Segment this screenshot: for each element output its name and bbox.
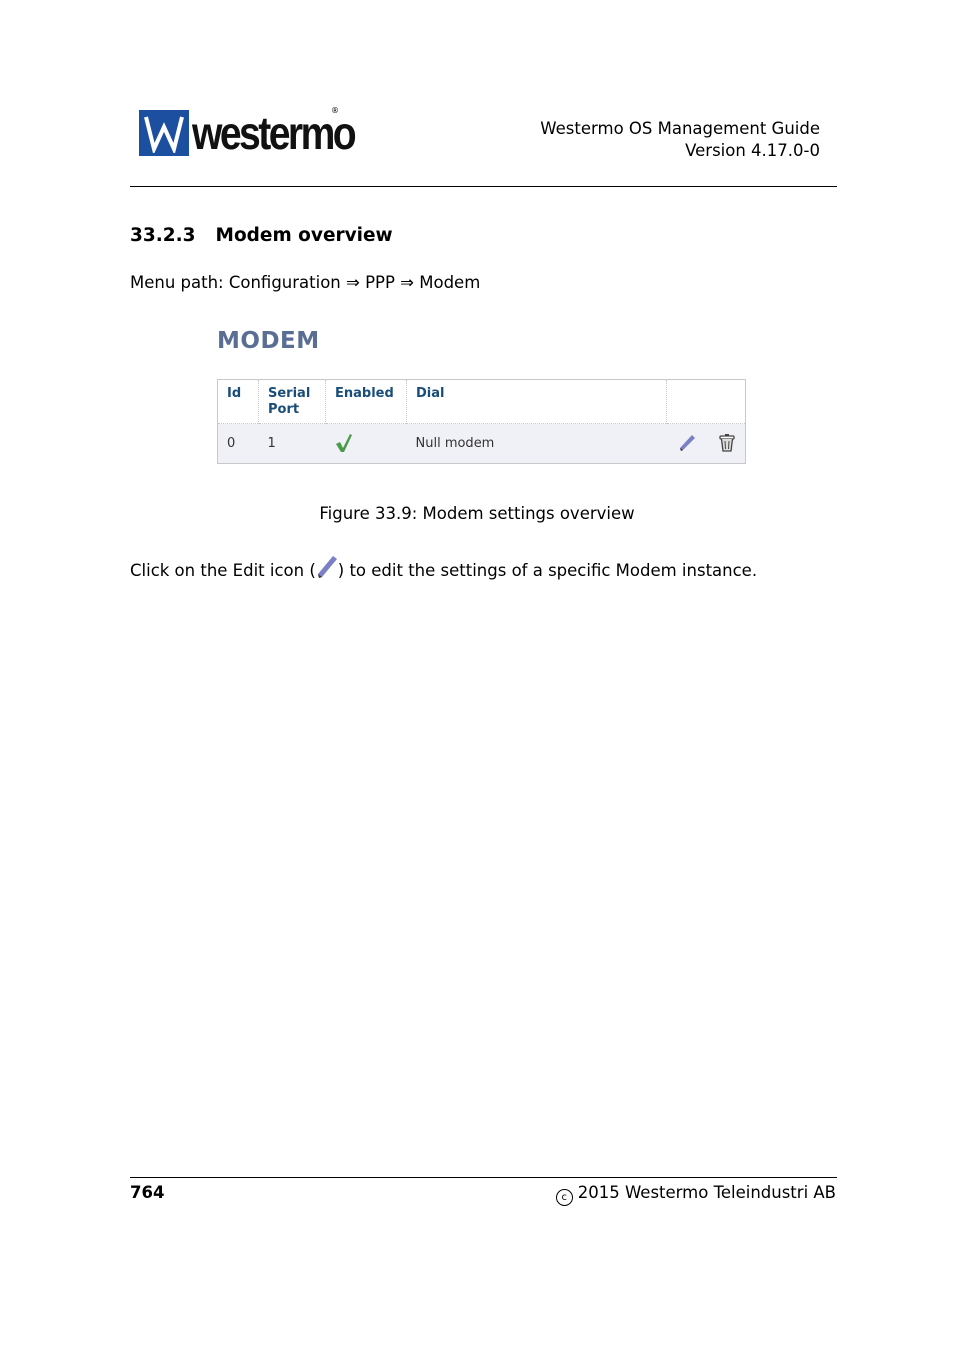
cell-id: 0	[217, 423, 259, 464]
doc-version: Version 4.17.0-0	[685, 141, 820, 160]
cell-serial-port: 1	[258, 423, 326, 464]
col-enabled: Enabled	[325, 379, 407, 424]
edit-icon[interactable]	[678, 433, 698, 453]
page-number: 764	[130, 1183, 165, 1202]
col-dial: Dial	[406, 379, 667, 424]
logo-text: westermo	[192, 107, 357, 159]
header-rule	[130, 186, 837, 187]
section-number: 33.2.3	[130, 225, 196, 246]
footer-rule	[130, 1177, 837, 1178]
col-id: Id	[217, 379, 259, 424]
modem-figure: MODEM Id Serial Port Enabled Dial 0 1 Nul…	[217, 328, 747, 464]
cell-actions	[666, 423, 746, 464]
menu-path: Menu path: Configuration ⇒ PPP ⇒ Modem	[130, 273, 481, 292]
delete-icon[interactable]	[718, 433, 736, 453]
col-serial-port: Serial Port	[258, 379, 326, 424]
cell-enabled	[325, 423, 407, 464]
westermo-logo: westermo ®	[139, 106, 383, 159]
table-header-row: Id Serial Port Enabled Dial	[217, 379, 746, 424]
registered-mark: ®	[331, 106, 339, 115]
figure-caption: Figure 33.9: Modem settings overview	[319, 504, 635, 523]
logo-w-icon	[139, 110, 189, 156]
body-paragraph: Click on the Edit icon () to edit the se…	[130, 554, 757, 580]
cell-dial: Null modem	[406, 423, 667, 464]
table-row: 0 1 Null modem	[217, 423, 746, 464]
doc-header: Westermo OS Management Guide Version 4.1…	[540, 118, 820, 162]
doc-title: Westermo OS Management Guide	[540, 119, 820, 138]
check-icon	[335, 434, 352, 452]
section-title: Modem overview	[215, 225, 393, 246]
copyright: c 2015 Westermo Teleindustri AB	[555, 1183, 836, 1206]
col-actions	[666, 379, 746, 424]
figure-title: MODEM	[217, 328, 320, 354]
copyright-icon: c	[555, 1189, 573, 1206]
edit-icon	[317, 556, 337, 578]
modem-table: Id Serial Port Enabled Dial 0 1 Null mode…	[217, 379, 746, 464]
section-heading: 33.2.3 Modem overview	[130, 225, 393, 246]
